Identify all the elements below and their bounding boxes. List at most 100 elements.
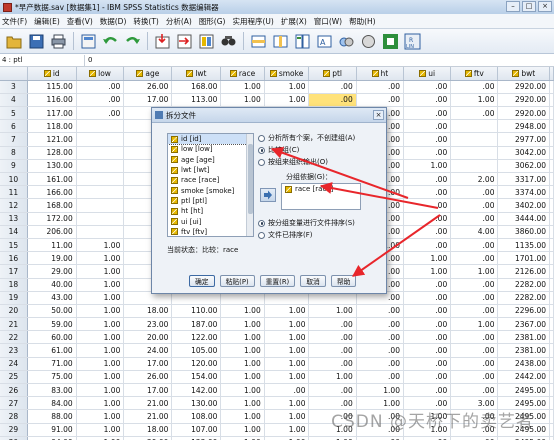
undo-icon[interactable] bbox=[101, 32, 120, 51]
cell-age[interactable]: 29.00 bbox=[123, 436, 173, 440]
cell-race[interactable]: 1.00 bbox=[220, 370, 265, 385]
cell-low[interactable]: 1.00 bbox=[76, 396, 125, 411]
cell-race[interactable]: 1.00 bbox=[220, 396, 265, 411]
cell-low[interactable]: .00 bbox=[76, 93, 125, 108]
cell-ftv[interactable]: 4.00 bbox=[450, 225, 499, 239]
menu-analyze[interactable]: 分析(A) bbox=[166, 16, 192, 27]
cell-smoke[interactable]: 1.00 bbox=[264, 304, 310, 319]
row-number[interactable]: 22 bbox=[0, 330, 28, 345]
close-button[interactable]: × bbox=[538, 1, 552, 12]
row-number[interactable]: 20 bbox=[0, 304, 28, 319]
row-number[interactable]: 26 bbox=[0, 383, 28, 398]
cell-lwt[interactable]: 168.00 bbox=[171, 80, 222, 94]
cell-bwt[interactable]: 2442.00 bbox=[497, 370, 550, 385]
cell-bwt[interactable]: 1135.00 bbox=[497, 238, 550, 253]
cell-age[interactable]: 21.00 bbox=[123, 409, 173, 424]
cell-race[interactable]: 1.00 bbox=[220, 357, 265, 371]
cell-low[interactable]: .00 bbox=[76, 106, 125, 121]
cell-bwt[interactable]: 2977.00 bbox=[497, 132, 550, 147]
cell-ht[interactable]: 1.00 bbox=[356, 383, 404, 398]
cell-low[interactable]: 1.00 bbox=[76, 238, 125, 253]
cell-ui[interactable]: .00 bbox=[403, 93, 452, 108]
option-analyze-all[interactable]: 分析所有个案，不创建组(A) bbox=[258, 133, 355, 143]
cell-low[interactable] bbox=[76, 185, 125, 200]
row-number[interactable]: 5 bbox=[0, 106, 28, 121]
cell-id[interactable]: 94.00 bbox=[27, 436, 77, 440]
cell-id[interactable]: 43.00 bbox=[27, 291, 77, 305]
cell-bwt[interactable]: 2282.00 bbox=[497, 291, 550, 305]
row-number[interactable]: 19 bbox=[0, 291, 28, 305]
cell-empty[interactable] bbox=[549, 185, 554, 200]
cell-id[interactable]: 117.00 bbox=[27, 106, 77, 121]
cell-empty[interactable] bbox=[549, 146, 554, 160]
cell-age[interactable]: 26.00 bbox=[123, 80, 173, 94]
cell-bwt[interactable]: 3444.00 bbox=[497, 212, 550, 226]
cell-ftv[interactable]: .00 bbox=[450, 304, 499, 319]
cell-empty[interactable] bbox=[549, 132, 554, 147]
menu-data[interactable]: 数据(D) bbox=[100, 16, 127, 27]
cell-ptl[interactable]: .00 bbox=[308, 330, 357, 345]
cell-ui[interactable]: .00 bbox=[403, 225, 452, 239]
cell-empty[interactable] bbox=[549, 264, 554, 279]
cell-age[interactable]: 23.00 bbox=[123, 317, 173, 332]
cell-ui[interactable]: .00 bbox=[403, 146, 452, 160]
cell-age[interactable]: 17.00 bbox=[123, 93, 173, 108]
cell-ui[interactable]: .00 bbox=[403, 436, 452, 440]
cell-ptl[interactable]: .00 bbox=[308, 80, 357, 94]
cell-ht[interactable]: .00 bbox=[356, 93, 404, 108]
cell-ui[interactable]: 1.00 bbox=[403, 251, 452, 266]
cell-low[interactable] bbox=[76, 212, 125, 226]
row-number[interactable]: 6 bbox=[0, 119, 28, 134]
cell-ui[interactable]: .00 bbox=[403, 370, 452, 385]
row-number[interactable]: 25 bbox=[0, 370, 28, 385]
menu-window[interactable]: 窗口(W) bbox=[314, 16, 342, 27]
cell-ftv[interactable]: 2.00 bbox=[450, 172, 499, 187]
cell-ui[interactable]: .00 bbox=[403, 212, 452, 226]
radio-sort-file[interactable] bbox=[258, 219, 265, 227]
column-header-ftv[interactable]: ftv bbox=[450, 67, 499, 81]
cell-bwt[interactable]: 2948.00 bbox=[497, 119, 550, 134]
radio-compare-groups[interactable] bbox=[258, 146, 265, 154]
column-header-id[interactable]: id bbox=[27, 67, 77, 81]
column-header-ui[interactable]: ui bbox=[403, 67, 452, 81]
cell-ui[interactable]: .00 bbox=[403, 198, 452, 213]
menu-help[interactable]: 帮助(H) bbox=[349, 16, 376, 27]
cell-low[interactable]: 1.00 bbox=[76, 436, 125, 440]
cell-bwt[interactable]: 1701.00 bbox=[497, 251, 550, 266]
column-header-race[interactable]: race bbox=[220, 67, 265, 81]
cell-id[interactable]: 84.00 bbox=[27, 396, 77, 411]
cell-ui[interactable]: .00 bbox=[403, 119, 452, 134]
cell-smoke[interactable]: 1.00 bbox=[264, 409, 310, 424]
cell-ftv[interactable]: .00 bbox=[450, 357, 499, 371]
cell-ftv[interactable]: .00 bbox=[450, 238, 499, 253]
cell-ui[interactable]: .00 bbox=[403, 330, 452, 345]
cell-ftv[interactable]: .00 bbox=[450, 370, 499, 385]
cell-age[interactable]: 26.00 bbox=[123, 370, 173, 385]
cell-ftv[interactable]: .00 bbox=[450, 330, 499, 345]
cell-ht[interactable]: .00 bbox=[356, 80, 404, 94]
cell-lwt[interactable]: 123.00 bbox=[171, 436, 222, 440]
cell-bwt[interactable]: 3042.00 bbox=[497, 146, 550, 160]
row-number[interactable]: 30 bbox=[0, 436, 28, 440]
column-header-ptl[interactable]: ptl bbox=[308, 67, 357, 81]
insert-cases-icon[interactable] bbox=[249, 32, 268, 51]
row-number[interactable]: 24 bbox=[0, 357, 28, 371]
cell-ftv[interactable] bbox=[450, 159, 499, 174]
cell-lwt[interactable]: 120.00 bbox=[171, 357, 222, 371]
cell-ftv[interactable]: .00 bbox=[450, 198, 499, 213]
cell-empty[interactable] bbox=[549, 93, 554, 108]
groups-based-on-list[interactable]: race [race] bbox=[281, 183, 361, 210]
weight-cases-icon[interactable]: A bbox=[315, 32, 334, 51]
cell-empty[interactable] bbox=[549, 317, 554, 332]
cell-value-input[interactable]: 0 bbox=[88, 56, 92, 64]
row-number[interactable]: 27 bbox=[0, 396, 28, 411]
insert-variable-icon[interactable] bbox=[271, 32, 290, 51]
cell-ht[interactable]: .00 bbox=[356, 330, 404, 345]
cell-race[interactable]: 1.00 bbox=[220, 423, 265, 437]
option-compare-groups[interactable]: 比较组(C) bbox=[258, 145, 299, 155]
variable-list-item[interactable]: ftv [ftv] bbox=[168, 227, 253, 236]
open-icon[interactable] bbox=[5, 32, 24, 51]
row-number[interactable]: 9 bbox=[0, 159, 28, 174]
cell-bwt[interactable]: 2495.00 bbox=[497, 436, 550, 440]
row-number[interactable]: 14 bbox=[0, 225, 28, 239]
